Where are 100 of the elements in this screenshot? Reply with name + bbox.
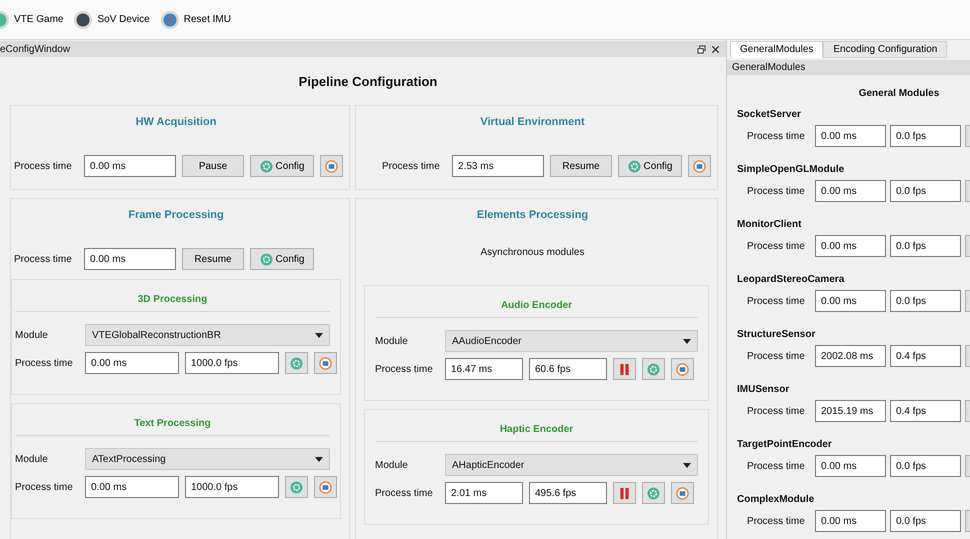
caret-icon <box>315 332 323 338</box>
process-time-field[interactable]: 0.00 ms <box>815 510 886 532</box>
toolbar-button[interactable]: VTE Game <box>0 8 66 32</box>
process-time-label: Process time <box>382 160 441 172</box>
toggle-button[interactable]: Resume <box>550 155 612 177</box>
gear-icon <box>260 252 273 266</box>
process-time-field[interactable]: 2.53 ms <box>452 155 544 177</box>
fps-field[interactable]: 0.0 fps <box>890 455 961 477</box>
stage-title: Virtual Environment <box>479 116 586 130</box>
gear-icon <box>647 362 660 376</box>
toggle-button[interactable]: Pause <box>182 155 244 177</box>
module-dropdown[interactable]: AHapticEncoder <box>445 454 698 476</box>
process-time-field[interactable]: 0.00 ms <box>84 248 176 270</box>
group-title: Text Processing <box>15 418 330 436</box>
fps-field[interactable]: 0.0 fps <box>890 125 961 147</box>
process-time-field[interactable]: 0.00 ms <box>815 290 886 312</box>
config-button[interactable]: Config <box>618 155 682 177</box>
process-time-label: Process time <box>747 130 806 142</box>
process-time-label: Process time <box>747 296 806 306</box>
module-name: IMUSensor <box>737 384 790 397</box>
process-time-field[interactable]: 0.00 ms <box>84 155 176 177</box>
settings-button[interactable] <box>642 358 665 380</box>
process-time-label: Process time <box>14 254 73 264</box>
fps-field[interactable]: 0.0 fps <box>890 510 961 532</box>
process-time-field[interactable]: 0.00 ms <box>815 455 886 477</box>
stage-title: Elements Processing <box>476 209 590 223</box>
process-time-label: Process time <box>747 186 806 196</box>
gear-icon <box>290 480 303 494</box>
module-name: LeopardStereoCamera <box>737 274 846 287</box>
config-button[interactable]: Config <box>250 155 314 177</box>
process-time-field[interactable]: 2002.08 ms <box>815 345 886 367</box>
compass-icon <box>160 10 180 30</box>
close-icon[interactable] <box>711 44 720 54</box>
float-icon[interactable] <box>697 44 706 54</box>
image-button[interactable] <box>314 476 337 498</box>
fps-field[interactable]: 0.4 fps <box>890 400 961 422</box>
panel-title: GeneralModules <box>727 60 970 75</box>
image-icon <box>693 160 706 172</box>
settings-button[interactable] <box>642 482 665 504</box>
gear-icon <box>647 486 660 500</box>
module-label: Module <box>375 460 409 470</box>
module-dropdown[interactable]: ATextProcessing <box>85 448 330 470</box>
gear-icon <box>290 356 303 370</box>
process-time-field[interactable]: 0.00 ms <box>85 476 179 498</box>
config-button[interactable]: Config <box>250 248 314 270</box>
fps-field[interactable]: 0.0 fps <box>890 235 961 257</box>
module-dropdown[interactable]: AAudioEncoder <box>445 330 698 352</box>
toolbar-button[interactable]: SoV Device <box>71 8 152 32</box>
process-time-field[interactable]: 16.47 ms <box>445 358 523 380</box>
process-time-field[interactable]: 0.00 ms <box>85 352 179 374</box>
fps-field[interactable]: 60.6 fps <box>529 358 607 380</box>
pause-button[interactable] <box>613 482 636 504</box>
fps-field[interactable]: 495.6 fps <box>529 482 607 504</box>
module-name: SimpleOpenGLModule <box>737 164 846 177</box>
pipeline-heading: Pipeline Configuration <box>298 72 438 91</box>
group-title: Audio Encoder <box>375 300 698 318</box>
image-icon <box>319 356 332 370</box>
module-name: MonitorClient <box>737 219 802 232</box>
settings-button[interactable] <box>285 476 308 498</box>
caret-icon <box>683 338 691 344</box>
panel-tab[interactable]: GeneralModules <box>730 41 824 58</box>
image-icon <box>676 486 689 500</box>
image-button[interactable] <box>671 358 694 380</box>
fps-field[interactable]: 0.4 fps <box>890 345 961 367</box>
pause-button[interactable] <box>613 358 636 380</box>
module-name: StructureSensor <box>737 329 816 342</box>
process-time-label: Process time <box>747 240 806 252</box>
image-button[interactable] <box>671 482 694 504</box>
fps-field[interactable]: 1000.0 fps <box>185 476 279 498</box>
image-button[interactable] <box>314 352 337 374</box>
process-time-field[interactable]: 0.00 ms <box>815 235 886 257</box>
fps-field[interactable]: 0.0 fps <box>890 180 961 202</box>
process-time-label: Process time <box>747 406 806 416</box>
modules-heading: General Modules <box>858 87 940 101</box>
caret-icon <box>315 456 323 462</box>
process-time-field[interactable]: 0.00 ms <box>815 125 886 147</box>
dock-title: eConfigWindow <box>0 44 70 54</box>
image-icon <box>676 362 689 376</box>
process-time-label: Process time <box>15 482 74 492</box>
image-button[interactable] <box>688 155 711 177</box>
toolbar-button[interactable]: Reset IMU <box>158 8 233 32</box>
fps-field[interactable]: 0.0 fps <box>890 290 961 312</box>
module-label: Module <box>375 336 409 346</box>
panel-tab[interactable]: Encoding Configuration <box>823 41 948 58</box>
stage-title: Frame Processing <box>127 209 225 223</box>
toggle-button[interactable]: Resume <box>182 248 244 270</box>
module-dropdown[interactable]: VTEGlobalReconstructionBR <box>85 324 330 346</box>
process-time-label: Process time <box>747 516 806 526</box>
settings-button[interactable] <box>285 352 308 374</box>
process-time-field[interactable]: 2015.19 ms <box>815 400 886 422</box>
process-time-label: Process time <box>747 350 806 362</box>
process-time-field[interactable]: 0.00 ms <box>815 180 886 202</box>
stage-note: Asynchronous modules <box>480 247 586 260</box>
pause-icon <box>618 362 631 376</box>
process-time-label: Process time <box>375 488 434 498</box>
stage-title: HW Acquisition <box>134 116 218 130</box>
module-label: Module <box>15 330 49 340</box>
image-button[interactable] <box>320 155 343 177</box>
fps-field[interactable]: 1000.0 fps <box>185 352 279 374</box>
process-time-field[interactable]: 2.01 ms <box>445 482 523 504</box>
